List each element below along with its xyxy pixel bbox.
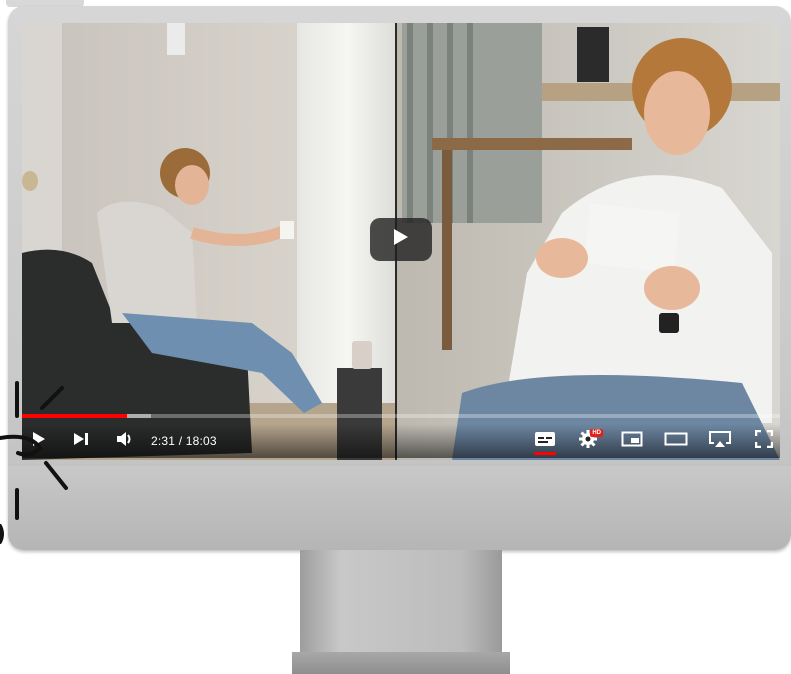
volume-button[interactable] — [114, 426, 136, 456]
airplay-button[interactable] — [707, 426, 733, 456]
time-display: 2:31 / 18:03 — [151, 434, 217, 448]
settings-button[interactable]: HD — [576, 426, 603, 456]
big-play-button[interactable] — [370, 218, 432, 261]
gear-icon: HD — [578, 428, 603, 454]
progress-bar[interactable] — [22, 414, 780, 418]
play-icon — [393, 228, 409, 251]
miniplayer-button[interactable] — [620, 426, 644, 456]
fullscreen-icon — [754, 429, 774, 453]
hd-badge: HD — [590, 428, 603, 437]
click-indicator-icon — [0, 381, 68, 544]
theater-mode-icon — [664, 432, 688, 451]
subtitles-icon — [534, 431, 556, 452]
monitor-stand-base — [292, 652, 510, 674]
monitor-stand — [300, 550, 502, 662]
theater-mode-button[interactable] — [663, 426, 689, 456]
miniplayer-icon — [621, 431, 643, 452]
monitor-chin — [8, 466, 791, 550]
subtitles-active-indicator — [534, 452, 556, 455]
airplay-icon — [708, 430, 732, 453]
volume-icon — [116, 431, 134, 452]
fullscreen-button[interactable] — [752, 426, 776, 456]
